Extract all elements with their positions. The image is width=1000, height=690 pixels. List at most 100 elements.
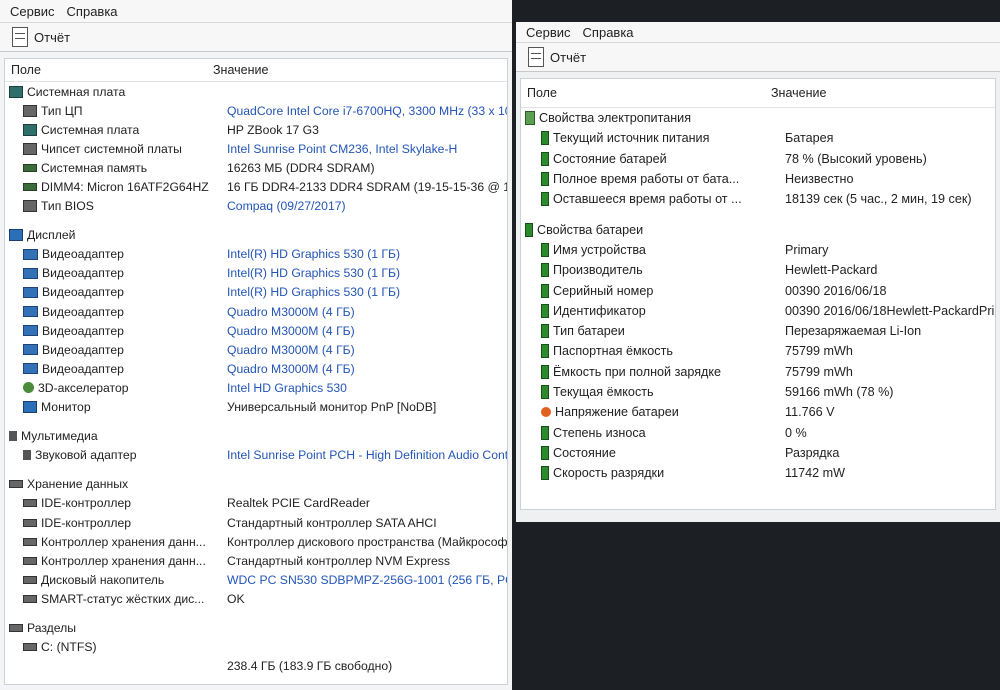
- list-item[interactable]: Состояние Разрядка: [521, 443, 995, 463]
- column-value[interactable]: Значение: [765, 86, 826, 100]
- section-header[interactable]: Хранение данных: [5, 475, 507, 494]
- report-button[interactable]: Отчёт: [34, 30, 70, 45]
- value-cell[interactable]: WDC PC SN530 SDBPMPZ-256G-1001 (256 ГБ, …: [223, 573, 507, 587]
- field-label: 3D-акселератор: [38, 380, 129, 395]
- section-header[interactable]: Свойства батареи: [521, 219, 995, 239]
- list-item[interactable]: Дисковый накопитель WDC PC SN530 SDBPMPZ-…: [5, 570, 507, 589]
- section-header[interactable]: Системная плата: [5, 82, 507, 101]
- list-item[interactable]: Тип батареи Перезаряжаемая Li-Ion: [521, 321, 995, 341]
- list-item[interactable]: Ёмкость при полной зарядке 75799 mWh: [521, 362, 995, 382]
- field-label: DIMM4: Micron 16ATF2G64HZ: [41, 180, 209, 195]
- value-cell[interactable]: Intel Sunrise Point CM236, Intel Skylake…: [223, 142, 507, 156]
- list-item[interactable]: Напряжение батареи 11.766 V: [521, 402, 995, 422]
- section-header[interactable]: Разделы: [5, 618, 507, 637]
- value-cell[interactable]: Quadro M3000M (4 ГБ): [223, 305, 507, 319]
- field-cell: Тип BIOS: [5, 199, 223, 213]
- section-header[interactable]: Свойства электропитания: [521, 108, 995, 128]
- list-item[interactable]: Видеоадаптер Quadro M3000M (4 ГБ): [5, 302, 507, 321]
- list-item[interactable]: Контроллер хранения данн... Контроллер ди…: [5, 532, 507, 551]
- list-item[interactable]: Производитель Hewlett-Packard: [521, 260, 995, 280]
- list-item[interactable]: IDE-контроллер Стандартный контроллер SAT…: [5, 513, 507, 532]
- field-cell: Скорость разрядки: [521, 466, 781, 481]
- value-cell[interactable]: QuadCore Intel Core i7-6700HQ, 3300 MHz …: [223, 104, 507, 118]
- value-cell[interactable]: Quadro M3000M (4 ГБ): [223, 324, 507, 338]
- value-cell[interactable]: Intel(R) HD Graphics 530 (1 ГБ): [223, 247, 507, 261]
- list-item[interactable]: Имя устройства Primary: [521, 240, 995, 260]
- section-header[interactable]: Мультимедиа: [5, 427, 507, 446]
- value-cell[interactable]: Intel HD Graphics 530: [223, 381, 507, 395]
- list-item[interactable]: C: (NTFS): [5, 638, 507, 657]
- field-label: IDE-контроллер: [41, 515, 132, 530]
- field-cell: Системная память: [5, 161, 223, 175]
- column-field[interactable]: Поле: [521, 86, 765, 100]
- list-item[interactable]: Системная плата HP ZBook 17 G3: [5, 120, 507, 139]
- section-title: Хранение данных: [27, 477, 129, 492]
- list-item[interactable]: Видеоадаптер Quadro M3000M (4 ГБ): [5, 340, 507, 359]
- list-item[interactable]: Системная память 16263 МБ (DDR4 SDRAM): [5, 158, 507, 177]
- field-label: Контроллер хранения данн...: [41, 534, 206, 549]
- field-cell: Состояние: [521, 445, 781, 460]
- menu-help[interactable]: Справка: [583, 25, 634, 40]
- list-item[interactable]: Чипсет системной платы Intel Sunrise Poin…: [5, 139, 507, 158]
- value-cell[interactable]: Quadro M3000M (4 ГБ): [223, 343, 507, 357]
- list-item[interactable]: Монитор Универсальный монитор PnP [NoDB]: [5, 398, 507, 417]
- list-item[interactable]: Серийный номер 00390 2016/06/18: [521, 280, 995, 300]
- list-item[interactable]: 3D-акселератор Intel HD Graphics 530: [5, 378, 507, 397]
- display-icon: [23, 248, 38, 260]
- field-label: Полное время работы от бата...: [553, 172, 740, 187]
- list-item[interactable]: Оставшееся время работы от ... 18139 сек …: [521, 189, 995, 209]
- field-label: Паспортная ёмкость: [553, 344, 673, 359]
- menu-service[interactable]: Сервис: [526, 25, 571, 40]
- battery-icon: [541, 303, 549, 318]
- list-item[interactable]: Полное время работы от бата... Неизвестно: [521, 169, 995, 189]
- list-item[interactable]: Видеоадаптер Intel(R) HD Graphics 530 (1 …: [5, 283, 507, 302]
- list-item[interactable]: Степень износа 0 %: [521, 422, 995, 442]
- list-item[interactable]: SMART-статус жёстких дис... OK: [5, 589, 507, 608]
- list-item[interactable]: DIMM4: Micron 16ATF2G64HZ 16 ГБ DDR4-2133…: [5, 177, 507, 196]
- section-field: Дисплей: [5, 228, 209, 242]
- list-item[interactable]: Контроллер хранения данн... Стандартный к…: [5, 551, 507, 570]
- value-cell[interactable]: Quadro M3000M (4 ГБ): [223, 362, 507, 376]
- column-field[interactable]: Поле: [5, 63, 207, 77]
- report-icon[interactable]: [528, 47, 544, 67]
- value-cell: Неизвестно: [785, 172, 854, 187]
- field-label: Текущий источник питания: [553, 131, 710, 146]
- details-list: Поле Значение Свойства электропитания Тек…: [520, 78, 996, 510]
- list-item[interactable]: Скорость разрядки 11742 mW: [521, 463, 995, 483]
- list-item[interactable]: Видеоадаптер Intel(R) HD Graphics 530 (1 …: [5, 264, 507, 283]
- list-item[interactable]: Паспортная ёмкость 75799 mWh: [521, 341, 995, 361]
- report-button[interactable]: Отчёт: [550, 50, 586, 65]
- value-cell[interactable]: Intel(R) HD Graphics 530 (1 ГБ): [223, 266, 507, 280]
- field-label: Монитор: [41, 400, 91, 415]
- field-label: Видеоадаптер: [42, 285, 124, 300]
- field-label: Видеоадаптер: [42, 247, 124, 262]
- list-item[interactable]: Видеоадаптер Quadro M3000M (4 ГБ): [5, 321, 507, 340]
- section-header[interactable]: Дисплей: [5, 226, 507, 245]
- menu-service[interactable]: Сервис: [10, 4, 55, 19]
- field-label: Контроллер хранения данн...: [41, 553, 206, 568]
- field-label: Оставшееся время работы от ...: [553, 192, 742, 207]
- list-item[interactable]: Тип BIOS Compaq (09/27/2017): [5, 197, 507, 216]
- list-item[interactable]: IDE-контроллер Realtek PCIE CardReader: [5, 494, 507, 513]
- column-value[interactable]: Значение: [207, 63, 268, 77]
- value-cell[interactable]: Intel(R) HD Graphics 530 (1 ГБ): [223, 285, 507, 299]
- menu-help[interactable]: Справка: [67, 4, 118, 19]
- list-item[interactable]: Звуковой адаптер Intel Sunrise Point PCH …: [5, 446, 507, 465]
- speaker-icon: [9, 431, 17, 442]
- list-item[interactable]: Текущая ёмкость 59166 mWh (78 %): [521, 382, 995, 402]
- list-item[interactable]: Текущий источник питания Батарея: [521, 128, 995, 148]
- field-label: Видеоадаптер: [42, 304, 124, 319]
- field-cell: Видеоадаптер: [5, 247, 223, 261]
- value-cell[interactable]: Compaq (09/27/2017): [223, 199, 507, 213]
- list-item[interactable]: Идентификатор 00390 2016/06/18Hewlett-Pac…: [521, 301, 995, 321]
- list-item[interactable]: Видеоадаптер Intel(R) HD Graphics 530 (1 …: [5, 245, 507, 264]
- list-item[interactable]: Видеоадаптер Quadro M3000M (4 ГБ): [5, 359, 507, 378]
- list-item[interactable]: Состояние батарей 78 % (Высокий уровень): [521, 149, 995, 169]
- field-cell: IDE-контроллер: [5, 496, 223, 510]
- section-title: Мультимедиа: [21, 429, 98, 444]
- list-item[interactable]: Тип ЦП QuadCore Intel Core i7-6700HQ, 330…: [5, 101, 507, 120]
- battery-icon: [541, 192, 549, 207]
- value-cell[interactable]: Intel Sunrise Point PCH - High Definitio…: [223, 448, 507, 462]
- report-icon[interactable]: [12, 27, 28, 47]
- list-item[interactable]: 238.4 ГБ (183.9 ГБ свободно): [5, 657, 507, 676]
